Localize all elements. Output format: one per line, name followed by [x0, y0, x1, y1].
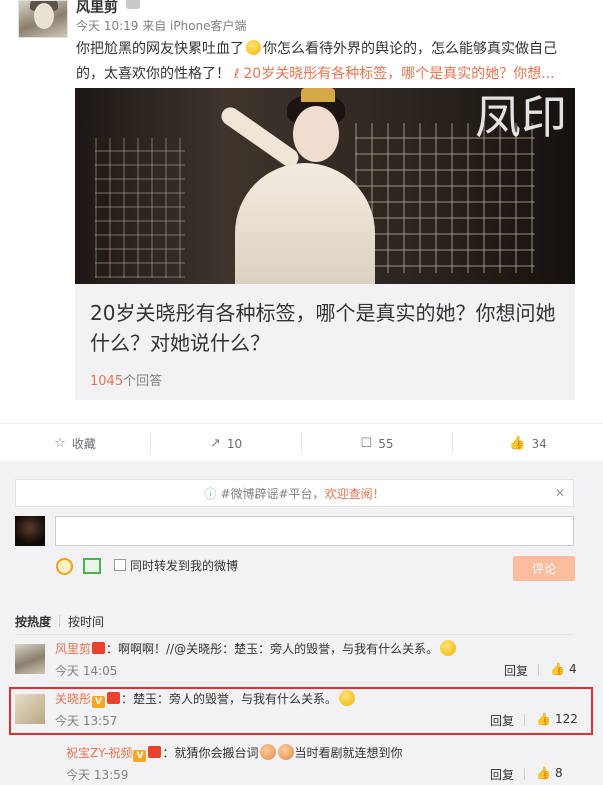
- repost-checkbox[interactable]: [114, 559, 126, 571]
- emoji-icon: [246, 40, 261, 55]
- like-count: 34: [531, 436, 547, 451]
- comment-input[interactable]: [55, 516, 574, 546]
- answer-label: 个回答: [123, 374, 163, 389]
- figure-dress: [235, 163, 375, 284]
- answer-count: 1045个回答: [90, 370, 162, 389]
- comment-action-divider: [524, 768, 525, 780]
- share-card[interactable]: 凤印 20岁关晓彤有各种标签，哪个是真实的她？你想问她什么？对她说什么？ 104…: [75, 88, 575, 400]
- figure-crown: [301, 88, 335, 102]
- emoji-icon: [440, 640, 457, 656]
- post-meta: 今天 10:19 来自 iPhone客户端: [76, 19, 247, 33]
- close-icon[interactable]: ✕: [555, 486, 565, 500]
- verified-icon: V: [133, 750, 147, 762]
- submit-comment-button[interactable]: 评论: [513, 556, 575, 581]
- author-avatar[interactable]: [18, 0, 68, 38]
- post-text-part1: 你把尬黑的网友快累吐血了: [76, 41, 244, 57]
- rumor-notice: ⓘ #微博辟谣#平台， 欢迎查阅！ ✕: [15, 479, 574, 507]
- favorite-label: 收藏: [71, 437, 96, 451]
- share-image[interactable]: 凤印: [75, 88, 575, 284]
- comment-divider: [55, 682, 574, 683]
- red-badge-icon: [148, 746, 162, 758]
- emoji-icon[interactable]: [56, 558, 73, 575]
- comment-like-count: 8: [554, 766, 563, 780]
- comment-like-count: 4: [568, 662, 577, 676]
- thumbs-up-icon: 👍: [536, 766, 551, 780]
- sort-divider-line: [15, 634, 574, 635]
- comment-count: 55: [378, 436, 394, 451]
- comment-text-2: 当时看剧就连想到你: [294, 746, 403, 760]
- verified-icon: V: [92, 696, 106, 708]
- commenter-name[interactable]: 风里剪: [55, 642, 91, 656]
- reply-button[interactable]: 回复: [504, 662, 528, 679]
- emoji-icon: [278, 744, 295, 760]
- reply-button[interactable]: 回复: [490, 712, 514, 729]
- info-icon: ⓘ: [204, 486, 217, 501]
- comment-like-count: 122: [554, 712, 578, 726]
- avatar-face: [34, 3, 54, 29]
- comment-text: ：啊啊啊！//@关晓彤：楚玉：旁人的毁誉，与我有什么关系。: [106, 642, 439, 656]
- comment-time: 今天 13:59: [66, 768, 129, 782]
- sort-bar: 按热度 按时间: [15, 613, 104, 630]
- window-lattice-left: [95, 138, 185, 278]
- comment-content: 祝宝ZY-祝频 V ：就猜你会搬台词 当时看剧就连想到你: [66, 744, 403, 762]
- favorite-button[interactable]: ☆ 收藏: [0, 424, 150, 463]
- comment-icon: ☐: [360, 436, 373, 451]
- my-avatar[interactable]: [15, 516, 45, 546]
- post-link[interactable]: 20岁关晓彤有各种标签，哪个是真实的她？你想...: [243, 66, 554, 82]
- post-text: 你把尬黑的网友快累吐血了 你怎么看待外界的舆论的，怎么能够真实做自己的，太喜欢你的…: [76, 37, 576, 87]
- comment-like-button[interactable]: 👍 4: [550, 662, 577, 676]
- repost-icon: ↗: [209, 436, 221, 451]
- thumbs-up-icon: 👍: [509, 436, 526, 451]
- repost-count: 10: [226, 436, 243, 451]
- comment-button[interactable]: ☐ 55: [302, 424, 452, 463]
- figure-head: [293, 106, 339, 162]
- share-title[interactable]: 20岁关晓彤有各种标签，哪个是真实的她？你想问她什么？对她说什么？: [90, 298, 560, 358]
- red-badge-icon: [107, 692, 121, 704]
- show-logo: 凤印: [475, 90, 567, 144]
- repost-button[interactable]: ↗ 10: [151, 424, 301, 463]
- thumbs-up-icon: 👍: [550, 662, 565, 676]
- window-lattice-right: [355, 123, 535, 273]
- comment-text: ：楚玉：旁人的毁誉，与我有什么关系。: [121, 692, 338, 706]
- comment-like-button[interactable]: 👍 122: [536, 712, 578, 726]
- commenter-name[interactable]: 祝宝ZY-祝频: [66, 746, 132, 760]
- like-button[interactable]: 👍 34: [453, 424, 603, 463]
- red-badge-icon: [92, 642, 106, 654]
- action-bar: ☆ 收藏 ↗ 10 ☐ 55 👍 34: [0, 423, 603, 462]
- emoji-icon: [339, 690, 356, 706]
- sort-hot[interactable]: 按热度: [15, 615, 51, 629]
- comment-action-divider: [538, 664, 539, 676]
- weibo-post-card: 风里剪 今天 10:19 来自 iPhone客户端 你把尬黑的网友快累吐血了 你怎…: [0, 0, 603, 785]
- image-icon[interactable]: [83, 558, 101, 574]
- sort-divider: [59, 615, 61, 627]
- comment-action-divider: [524, 714, 525, 726]
- commenter-avatar[interactable]: [15, 644, 45, 674]
- thumbs-up-icon: 👍: [536, 712, 551, 726]
- notice-text: #微博辟谣#平台，: [220, 486, 325, 501]
- comment-content: 关晓彤 V ：楚玉：旁人的毁誉，与我有什么关系。: [55, 690, 356, 708]
- emoji-icon: [260, 744, 277, 760]
- comment-content: 风里剪 ：啊啊啊！//@关晓彤：楚玉：旁人的毁誉，与我有什么关系。: [55, 640, 457, 657]
- comment-time: 今天 13:57: [55, 714, 118, 728]
- link-icon: ℓ: [234, 67, 240, 82]
- comment-area: ⓘ #微博辟谣#平台， 欢迎查阅！ ✕ 同时转发到我的微博 评论 按热度 按时间 风里…: [0, 462, 603, 785]
- notice-link[interactable]: 欢迎查阅！: [325, 485, 385, 502]
- comment-like-button[interactable]: 👍 8: [536, 766, 563, 780]
- reply-button[interactable]: 回复: [490, 766, 514, 783]
- answer-number: 1045: [90, 374, 124, 389]
- member-icon: [126, 0, 140, 9]
- repost-label: 同时转发到我的微博: [130, 559, 239, 573]
- sort-time[interactable]: 按时间: [68, 615, 104, 629]
- author-name[interactable]: 风里剪: [76, 0, 118, 17]
- comment-text: ：就猜你会搬台词: [162, 746, 259, 760]
- commenter-avatar[interactable]: [15, 694, 45, 724]
- comment-time: 今天 14:05: [55, 664, 118, 678]
- star-icon: ☆: [54, 436, 66, 451]
- commenter-name[interactable]: 关晓彤: [55, 692, 91, 706]
